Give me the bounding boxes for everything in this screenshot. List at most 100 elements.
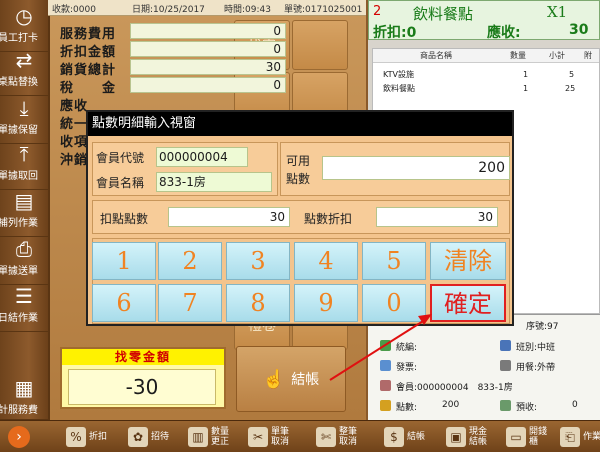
column-header: 商品名稱 — [373, 49, 499, 63]
toolbar-checkout-button[interactable]: $ 結帳 — [384, 424, 427, 450]
member-info: 會員:000000004 833-1房 — [396, 383, 513, 393]
key-5[interactable]: 5 — [362, 242, 426, 280]
key-1[interactable]: 1 — [92, 242, 156, 280]
receipt-icon: ▦ — [14, 376, 34, 400]
swap-icon: ⇄ — [15, 48, 33, 72]
category-title: 飲料餐點 — [413, 5, 474, 23]
order-details: 序號:97 統編: 班別:中班 發票: 用餐:外帶 會員:000000004 8… — [368, 314, 600, 420]
toolbar-cash-checkout-button[interactable]: ▣ 現金結帳 — [446, 424, 489, 450]
toolbar-quantity-button[interactable]: ▥ 數量更正 — [188, 424, 231, 450]
toolbar-label: 整筆取消 — [339, 427, 358, 447]
summary-value: 30 — [130, 59, 286, 75]
clear-button[interactable]: 清除 — [430, 242, 506, 280]
toolbar-label: 數量更正 — [211, 427, 230, 447]
summary-value: 0 — [130, 23, 286, 39]
summary-row: 稅 金0 — [58, 76, 286, 96]
toolbar-complimentary-button[interactable]: ✿ 招待 — [128, 424, 171, 450]
deduct-points-label: 扣點點數 — [100, 212, 149, 226]
toolbar-cancel-all-button[interactable]: ✄ 整筆取消 — [316, 424, 359, 450]
toolbar-label: 現金結帳 — [469, 427, 488, 447]
database-icon: ☰ — [15, 284, 33, 308]
sidebar-item-service-fee[interactable]: ▦ 計服務費 — [0, 372, 48, 420]
hand-money-icon: ☝ — [262, 368, 286, 390]
toolbar-open-drawer-button[interactable]: ▭ 開錢櫃 — [506, 424, 549, 450]
member-id-field[interactable]: 000000004 — [156, 147, 248, 167]
dining-mode: 用餐:外帶 — [516, 363, 556, 373]
amount-due-value: 30 — [569, 22, 589, 38]
deduct-points-field[interactable]: 30 — [168, 207, 290, 227]
checkout-icon: $ — [384, 427, 404, 447]
gift-icon: ✿ — [128, 427, 148, 447]
summary-value: 0 — [130, 77, 286, 93]
change-amount-title: 找零金額 — [62, 349, 224, 365]
change-amount-panel: 找零金額 -30 — [60, 347, 226, 409]
points-discount-label: 點數折扣 — [304, 212, 353, 226]
confirm-button[interactable]: 確定 — [430, 284, 506, 322]
checkout-button[interactable]: ☝ 結帳 — [236, 346, 346, 412]
item-name[interactable]: KTV設施 — [383, 69, 414, 81]
printer-icon: ⎙ — [16, 237, 32, 261]
cash-icon: ▣ — [446, 427, 466, 447]
toolbar-cancel-item-button[interactable]: ✂ 單筆取消 — [248, 424, 291, 450]
key-6[interactable]: 6 — [92, 284, 156, 322]
sidebar-item-day-close[interactable]: ☰ 日結作業 — [0, 280, 48, 332]
change-amount-value: -30 — [68, 369, 216, 405]
discount-readout: 折扣:0 — [373, 25, 417, 41]
summary-row: 折扣金額 0 — [58, 40, 286, 60]
sidebar-item-hold-order[interactable]: ⤓ 單據保留 — [0, 92, 48, 144]
sidebar-item-label: 補列作業 — [0, 218, 38, 229]
sidebar: ◷ 員工打卡 ⇄ 桌點替換 ⤓ 單據保留 ⤒ 單據取回 ▤ 補列作業 ⎙ 單據送… — [0, 0, 48, 420]
key-0[interactable]: 0 — [362, 284, 426, 322]
keypad-tile[interactable] — [292, 20, 348, 70]
summary-value: 0 — [130, 41, 286, 57]
sidebar-item-label: 單據保留 — [0, 125, 38, 136]
member-name-label: 會員名稱 — [96, 176, 145, 190]
sidebar-item-label: 日結作業 — [0, 313, 38, 324]
serial-number: 序號:97 — [526, 322, 559, 332]
item-subtotal: 25 — [565, 84, 576, 93]
points-discount-field[interactable]: 30 — [376, 207, 498, 227]
item-name[interactable]: 飲料餐點 — [383, 83, 415, 95]
item-subtotal: 5 — [569, 70, 575, 79]
drawer-icon: ▭ — [506, 427, 526, 447]
key-7[interactable]: 7 — [158, 284, 222, 322]
status-bar: 收款:0000 日期:10/25/2017 時間:09:43 單號:017102… — [48, 0, 366, 16]
column-header: 小計 — [537, 49, 577, 63]
download-icon: ⤓ — [19, 96, 29, 120]
toolbar-label: 結帳 — [407, 432, 426, 442]
dialog-title: 點數明細輸入視窗 — [88, 112, 512, 136]
item-qty: 1 — [523, 70, 529, 79]
sidebar-item-label: 單據送單 — [0, 266, 38, 277]
sidebar-item-retrieve-order[interactable]: ⤒ 單據取回 — [0, 138, 48, 190]
scissors-icon: ✂ — [248, 427, 268, 447]
key-2[interactable]: 2 — [158, 242, 222, 280]
summary-row: 銷貨總計 30 — [58, 58, 286, 78]
shift-label: 班別:中班 — [516, 343, 556, 353]
key-8[interactable]: 8 — [226, 284, 290, 322]
available-points-label: 可用 — [286, 154, 311, 168]
member-name-field[interactable]: 833-1房 — [156, 172, 272, 192]
tax-id-label: 統編: — [396, 343, 418, 353]
quantity-readout: X1 — [547, 3, 568, 21]
toolbar-operation-button[interactable]: ⎗ 作業 — [560, 424, 600, 450]
toolbar-label: 開錢櫃 — [529, 427, 548, 447]
time-readout: 時間:09:43 — [224, 5, 271, 15]
prepay-icon — [500, 400, 511, 411]
key-4[interactable]: 4 — [294, 242, 358, 280]
column-header: 附 — [577, 49, 599, 63]
sidebar-item-send-order[interactable]: ⎙ 單據送單 — [0, 233, 48, 285]
key-9[interactable]: 9 — [294, 284, 358, 322]
toolbar-discount-button[interactable]: % 折扣 — [66, 424, 109, 450]
key-3[interactable]: 3 — [226, 242, 290, 280]
sidebar-item-label: 計服務費 — [0, 405, 38, 416]
sidebar-item-swap-table[interactable]: ⇄ 桌點替換 — [0, 44, 48, 96]
chevron-right-icon[interactable]: › — [8, 426, 30, 448]
clock-icon: ◷ — [15, 4, 33, 28]
toolbar-label: 招待 — [151, 432, 170, 442]
order-header: 2 飲料餐點 X1 折扣:0 應收: 30 — [368, 0, 600, 41]
amount-due-label: 應收: — [487, 25, 521, 41]
prepay-label: 預收: — [516, 403, 538, 413]
sidebar-item-reprint[interactable]: ▤ 補列作業 — [0, 185, 48, 237]
toolbar-label: 作業 — [583, 432, 600, 442]
upload-icon: ⤒ — [19, 142, 29, 166]
